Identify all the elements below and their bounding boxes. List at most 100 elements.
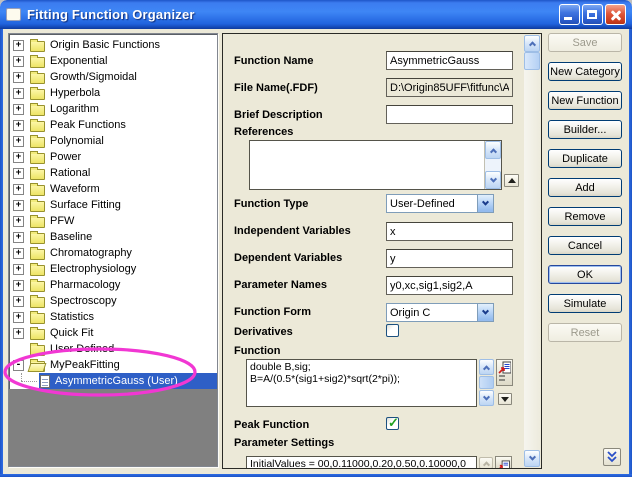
tree-row[interactable]: + Peak Functions	[9, 117, 217, 133]
parameter-settings-label: Parameter Settings	[234, 437, 334, 449]
add-button[interactable]: Add	[548, 178, 622, 197]
tree-row[interactable]: + Baseline	[9, 229, 217, 245]
ok-button[interactable]: OK	[548, 265, 622, 284]
tree-row[interactable]: + Statistics	[9, 309, 217, 325]
scroll-down-button[interactable]	[479, 390, 494, 406]
function-tree[interactable]: + Origin Basic Functions + Exponential +…	[8, 33, 218, 467]
function-scrollbar[interactable]	[479, 359, 494, 407]
tree-row[interactable]: + Hyperbola	[9, 85, 217, 101]
dependent-variables-input[interactable]	[386, 249, 513, 268]
expand-toggle[interactable]: +	[13, 296, 24, 307]
scroll-up-button[interactable]	[485, 141, 501, 159]
tree-row[interactable]: + Growth/Sigmoidal	[9, 69, 217, 85]
triangle-up-icon	[508, 178, 516, 183]
expand-toggle[interactable]: +	[13, 312, 24, 323]
tree-row[interactable]: + Rational	[9, 165, 217, 181]
title-bar[interactable]: Fitting Function Organizer	[0, 0, 632, 29]
remove-button[interactable]: Remove	[548, 207, 622, 226]
tree-row[interactable]: + Spectroscopy	[9, 293, 217, 309]
tree-row[interactable]: + Exponential	[9, 53, 217, 69]
expand-toggle[interactable]: +	[13, 72, 24, 83]
parameter-settings-box[interactable]: InitialValues = 00,0.11000,0.20,0.50,0.1…	[246, 456, 477, 469]
peak-function-checkbox[interactable]	[386, 417, 399, 430]
expand-toggle[interactable]: +	[13, 152, 24, 163]
tree-row[interactable]: AsymmetricGauss (User)	[9, 373, 217, 389]
folder-icon	[30, 153, 45, 164]
expand-toggle[interactable]: +	[13, 56, 24, 67]
cancel-button[interactable]: Cancel	[548, 236, 622, 255]
references-collapse-button[interactable]	[504, 174, 519, 187]
tree-item-label: Peak Functions	[50, 119, 129, 132]
duplicate-button[interactable]: Duplicate	[548, 149, 622, 168]
independent-variables-input[interactable]	[386, 222, 513, 241]
tree-row[interactable]: + Waveform	[9, 181, 217, 197]
collapse-dialog-button[interactable]	[603, 448, 621, 466]
tree-row[interactable]: + Origin Basic Functions	[9, 37, 217, 53]
tree-row[interactable]: + Surface Fitting	[9, 197, 217, 213]
tree-row[interactable]: + Electrophysiology	[9, 261, 217, 277]
derivatives-checkbox[interactable]	[386, 324, 399, 337]
tree-row[interactable]: + Polynomial	[9, 133, 217, 149]
tree-row[interactable]: + Quick Fit	[9, 325, 217, 341]
tree-row[interactable]: - MyPeakFitting	[9, 357, 217, 373]
expand-toggle[interactable]: -	[13, 360, 24, 371]
chevron-down-icon	[483, 393, 490, 400]
scroll-thumb[interactable]	[524, 52, 540, 70]
scroll-up-button[interactable]	[524, 35, 540, 52]
expand-toggle[interactable]: +	[13, 88, 24, 99]
parameter-names-label: Parameter Names	[234, 279, 327, 291]
expand-toggle[interactable]: +	[13, 136, 24, 147]
tree-row[interactable]: + Power	[9, 149, 217, 165]
expand-toggle[interactable]: +	[13, 232, 24, 243]
window-title: Fitting Function Organizer	[27, 7, 557, 22]
tree-item-label: Spectroscopy	[50, 295, 120, 308]
minimize-button[interactable]	[559, 4, 580, 25]
dropdown-button[interactable]	[477, 195, 493, 212]
dropdown-button[interactable]	[477, 304, 493, 321]
expand-toggle[interactable]: +	[13, 168, 24, 179]
references-label: References	[234, 126, 293, 138]
tree-row[interactable]: + Chromatography	[9, 245, 217, 261]
expand-toggle[interactable]: +	[13, 104, 24, 115]
expand-toggle[interactable]: +	[13, 280, 24, 291]
tree-row[interactable]: + PFW	[9, 213, 217, 229]
panel-scrollbar[interactable]	[524, 35, 540, 467]
references-box[interactable]	[249, 140, 502, 190]
tree-row[interactable]: User Defined	[9, 341, 217, 357]
tree-row[interactable]: + Logarithm	[9, 101, 217, 117]
simulate-button[interactable]: Simulate	[548, 294, 622, 313]
expand-toggle[interactable]: +	[13, 264, 24, 275]
function-type-select[interactable]: User-Defined	[386, 194, 494, 213]
expand-toggle[interactable]: +	[13, 328, 24, 339]
close-button[interactable]	[605, 4, 626, 25]
scroll-down-button[interactable]	[485, 171, 501, 189]
scroll-thumb[interactable]	[479, 376, 494, 389]
file-name-input[interactable]	[386, 78, 513, 97]
expand-toggle[interactable]: +	[13, 184, 24, 195]
references-text[interactable]	[250, 141, 484, 189]
expand-toggle[interactable]: +	[13, 200, 24, 211]
scroll-up-button[interactable]	[479, 359, 494, 375]
references-scrollbar[interactable]	[484, 141, 501, 189]
builder-button[interactable]: Builder...	[548, 120, 622, 139]
function-form-select[interactable]: Origin C	[386, 303, 494, 322]
scroll-down-button[interactable]	[524, 450, 540, 467]
expand-toggle[interactable]: +	[13, 120, 24, 131]
function-name-input[interactable]	[386, 51, 513, 70]
function-expand-button[interactable]	[498, 393, 512, 405]
function-box[interactable]: double B,sig; B=A/(0.5*(sig1+sig2)*sqrt(…	[246, 359, 477, 407]
function-code[interactable]: double B,sig; B=A/(0.5*(sig1+sig2)*sqrt(…	[247, 360, 476, 406]
tree-row[interactable]: + Pharmacology	[9, 277, 217, 293]
expand-toggle[interactable]: +	[13, 40, 24, 51]
new-category-button[interactable]: New Category	[548, 62, 622, 81]
expand-toggle[interactable]: +	[13, 216, 24, 227]
maximize-button[interactable]	[582, 4, 603, 25]
code-builder-button[interactable]	[495, 456, 512, 469]
brief-description-input[interactable]	[386, 105, 513, 124]
code-builder-button[interactable]	[496, 359, 513, 386]
chevron-up-icon	[482, 461, 489, 468]
expand-toggle[interactable]: +	[13, 248, 24, 259]
parameter-settings-text[interactable]: InitialValues = 00,0.11000,0.20,0.50,0.1…	[247, 457, 476, 469]
new-function-button[interactable]: New Function	[548, 91, 622, 110]
parameter-names-input[interactable]	[386, 276, 513, 295]
